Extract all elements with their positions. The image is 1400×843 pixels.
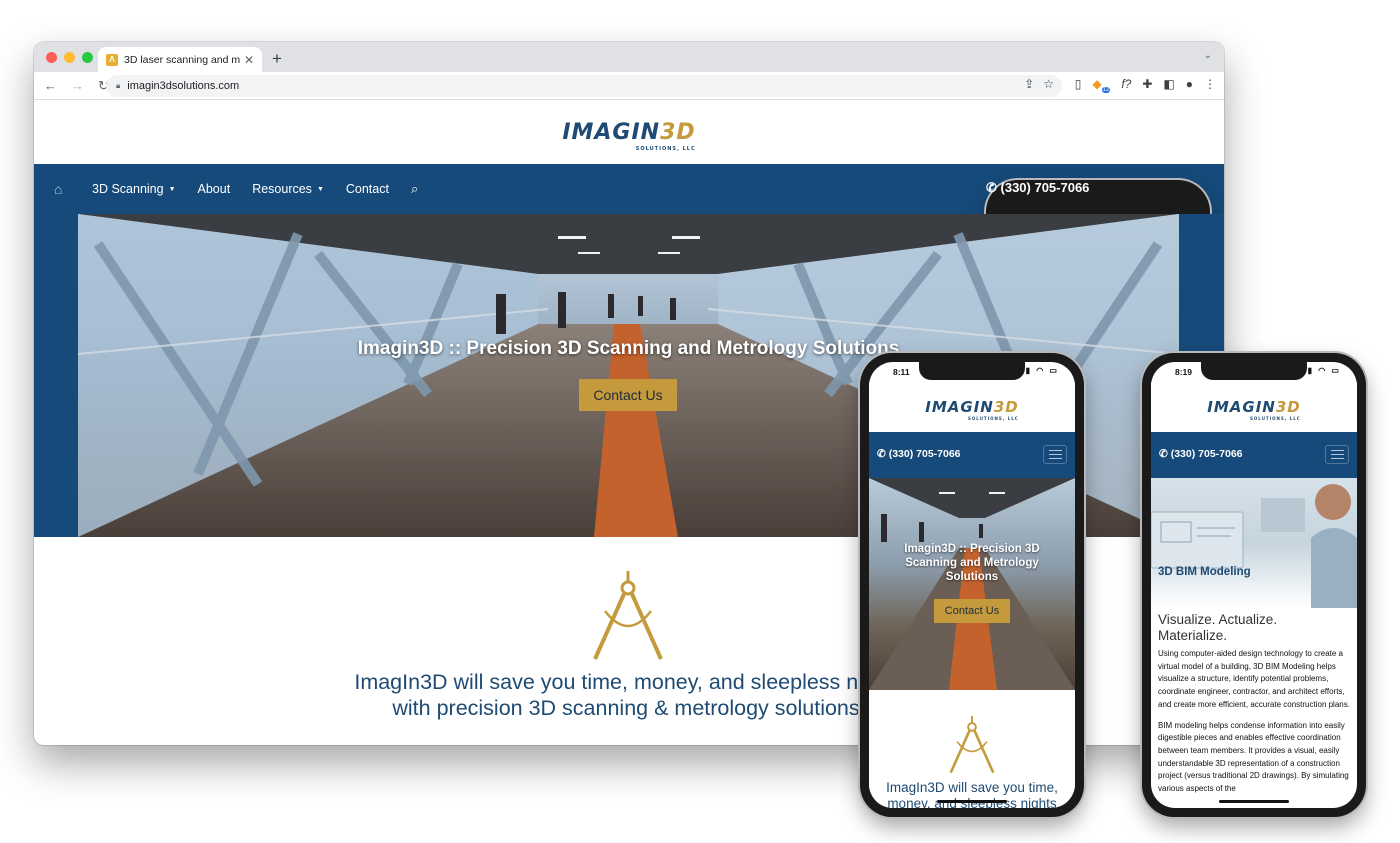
forward-icon[interactable]: →	[71, 78, 84, 94]
bim-body: Using computer-aided design technology t…	[1158, 648, 1352, 804]
back-icon[interactable]: ←	[44, 78, 57, 94]
caret-down-icon: ▼	[168, 185, 176, 193]
extension-badge: 12	[1101, 87, 1111, 94]
site-navbar: ⌂ 3D Scanning ▼ About Resources ▼ Contact …	[34, 164, 1224, 644]
phone-mockup-bim: 8:19 ▮▮ ◠ ▭ IMAGIN3D SOLUTIONS, LLC ✆ (3…	[1142, 353, 1366, 817]
font-extension-icon[interactable]: f?	[1121, 77, 1131, 93]
omnibox-actions: ⇪ ☆	[1024, 77, 1054, 91]
nav-item-resources[interactable]: Resources ▼	[252, 182, 324, 196]
mobile-logo[interactable]: IMAGIN3D SOLUTIONS, LLC	[1207, 398, 1300, 421]
site-header: IMAGIN3D SOLUTIONS, LLC	[34, 100, 1224, 164]
status-icons: ▮▮ ◠ ▭	[1019, 366, 1059, 375]
close-window-button[interactable]	[46, 52, 57, 63]
office-illustration	[1151, 484, 1357, 608]
mobile-hero-title: Imagin3D :: Precision 3D Scanning and Me…	[904, 543, 1040, 583]
compass-logo-icon	[593, 571, 663, 660]
kebab-menu-icon[interactable]: ⋮	[1204, 77, 1216, 93]
nav-item-3d-scanning[interactable]: 3D Scanning ▼	[92, 182, 176, 196]
sidepanel-icon[interactable]: ◧	[1163, 77, 1174, 93]
bim-hero-image: 3D BIM Modeling	[1151, 478, 1357, 608]
tab-search-icon[interactable]: ⌄	[1204, 50, 1212, 61]
caret-down-icon: ▼	[316, 185, 324, 193]
maximize-window-button[interactable]	[82, 52, 93, 63]
home-icon[interactable]: ⌂	[54, 181, 70, 197]
nav-buttons: ← → ↻	[44, 78, 109, 94]
compass-logo-icon	[949, 716, 995, 774]
hamburger-menu-icon[interactable]	[1325, 445, 1349, 464]
browser-toolbar: ← → ↻ 🔒︎ imagin3dsolutions.com ⇪ ☆ ▯ ◆12…	[34, 72, 1224, 100]
device-icon[interactable]: ▯	[1075, 77, 1082, 93]
new-tab-icon[interactable]: +	[272, 49, 282, 69]
phone-icon: ✆	[986, 180, 1001, 195]
bim-paragraph-1: Using computer-aided design technology t…	[1158, 649, 1350, 709]
nav-item-contact[interactable]: Contact	[346, 182, 389, 196]
mobile-phone-link[interactable]: ✆ (330) 705-7066	[1159, 448, 1243, 460]
phone-icon: ✆	[1159, 448, 1171, 460]
mobile-logo[interactable]: IMAGIN3D SOLUTIONS, LLC	[925, 398, 1018, 421]
status-icons: ▮▮ ◠ ▭	[1301, 366, 1341, 375]
phone-screen-home: 8:11 ▮▮ ◠ ▭ IMAGIN3D SOLUTIONS, LLC ✆ (3…	[869, 362, 1075, 808]
hamburger-menu-icon[interactable]	[1043, 445, 1067, 464]
mobile-contact-button[interactable]: Contact Us	[934, 599, 1010, 623]
nav-item-about[interactable]: About	[198, 182, 231, 196]
address-bar[interactable]: 🔒︎ imagin3dsolutions.com ⇪ ☆	[106, 75, 1062, 97]
lock-icon[interactable]: 🔒︎	[116, 81, 120, 91]
phone-mockup-home: 8:11 ▮▮ ◠ ▭ IMAGIN3D SOLUTIONS, LLC ✆ (3…	[860, 353, 1084, 817]
phone-icon: ✆	[877, 448, 889, 460]
bim-heading: 3D BIM Modeling	[1158, 566, 1251, 578]
status-time: 8:11	[893, 367, 910, 377]
mobile-header: IMAGIN3D SOLUTIONS, LLC	[1151, 382, 1357, 432]
rss-extension-icon[interactable]: ◆12	[1092, 77, 1111, 94]
tab-bar: Λ 3D laser scanning and metrolo ✕ + ⌄	[34, 42, 1224, 72]
bim-subheading: Visualize. Actualize. Materialize.	[1158, 612, 1278, 643]
profile-avatar[interactable]: ●	[1186, 77, 1193, 93]
mobile-navbar: ✆ (330) 705-7066	[869, 432, 1075, 478]
mobile-hero: Imagin3D :: Precision 3D Scanning and Me…	[869, 478, 1075, 690]
url-text: imagin3dsolutions.com	[127, 80, 240, 92]
home-indicator[interactable]	[1219, 800, 1289, 803]
mobile-intro: ImagIn3D will save you time, money, and …	[869, 690, 1075, 808]
close-tab-icon[interactable]: ✕	[244, 53, 254, 67]
intro-tagline: ImagIn3D will save you time, money, and …	[354, 670, 904, 720]
home-indicator[interactable]	[937, 800, 1007, 803]
window-controls	[46, 52, 93, 63]
mobile-header: IMAGIN3D SOLUTIONS, LLC	[869, 382, 1075, 432]
status-time: 8:19	[1175, 367, 1193, 377]
phone-notch	[919, 362, 1025, 380]
phone-notch	[1201, 362, 1307, 380]
mobile-tagline: ImagIn3D will save you time, money, and …	[886, 780, 1058, 808]
phone-screen-bim: 8:19 ▮▮ ◠ ▭ IMAGIN3D SOLUTIONS, LLC ✆ (3…	[1151, 362, 1357, 808]
mobile-phone-link[interactable]: ✆ (330) 705-7066	[877, 448, 961, 460]
search-icon[interactable]: ⌕	[411, 181, 418, 197]
mobile-navbar: ✆ (330) 705-7066	[1151, 432, 1357, 478]
favicon-icon: Λ	[106, 53, 118, 66]
tab-title: 3D laser scanning and metrolo	[124, 53, 240, 66]
puzzle-icon[interactable]: ✚	[1142, 77, 1152, 93]
browser-tab[interactable]: Λ 3D laser scanning and metrolo ✕	[98, 47, 262, 72]
extensions-area: ▯ ◆12 f? ✚ ◧ ● ⋮	[1075, 77, 1216, 94]
site-logo[interactable]: IMAGIN3D SOLUTIONS, LLC	[562, 120, 695, 152]
walkway-illustration	[869, 478, 1075, 690]
mockup-stage: Λ 3D laser scanning and metrolo ✕ + ⌄ ← …	[0, 0, 1400, 843]
share-icon[interactable]: ⇪	[1024, 77, 1034, 91]
minimize-window-button[interactable]	[64, 52, 75, 63]
hero-contact-button[interactable]: Contact Us	[579, 379, 677, 411]
bookmark-star-icon[interactable]: ☆	[1043, 77, 1054, 91]
bim-paragraph-2: BIM modeling helps condense information …	[1158, 720, 1349, 794]
